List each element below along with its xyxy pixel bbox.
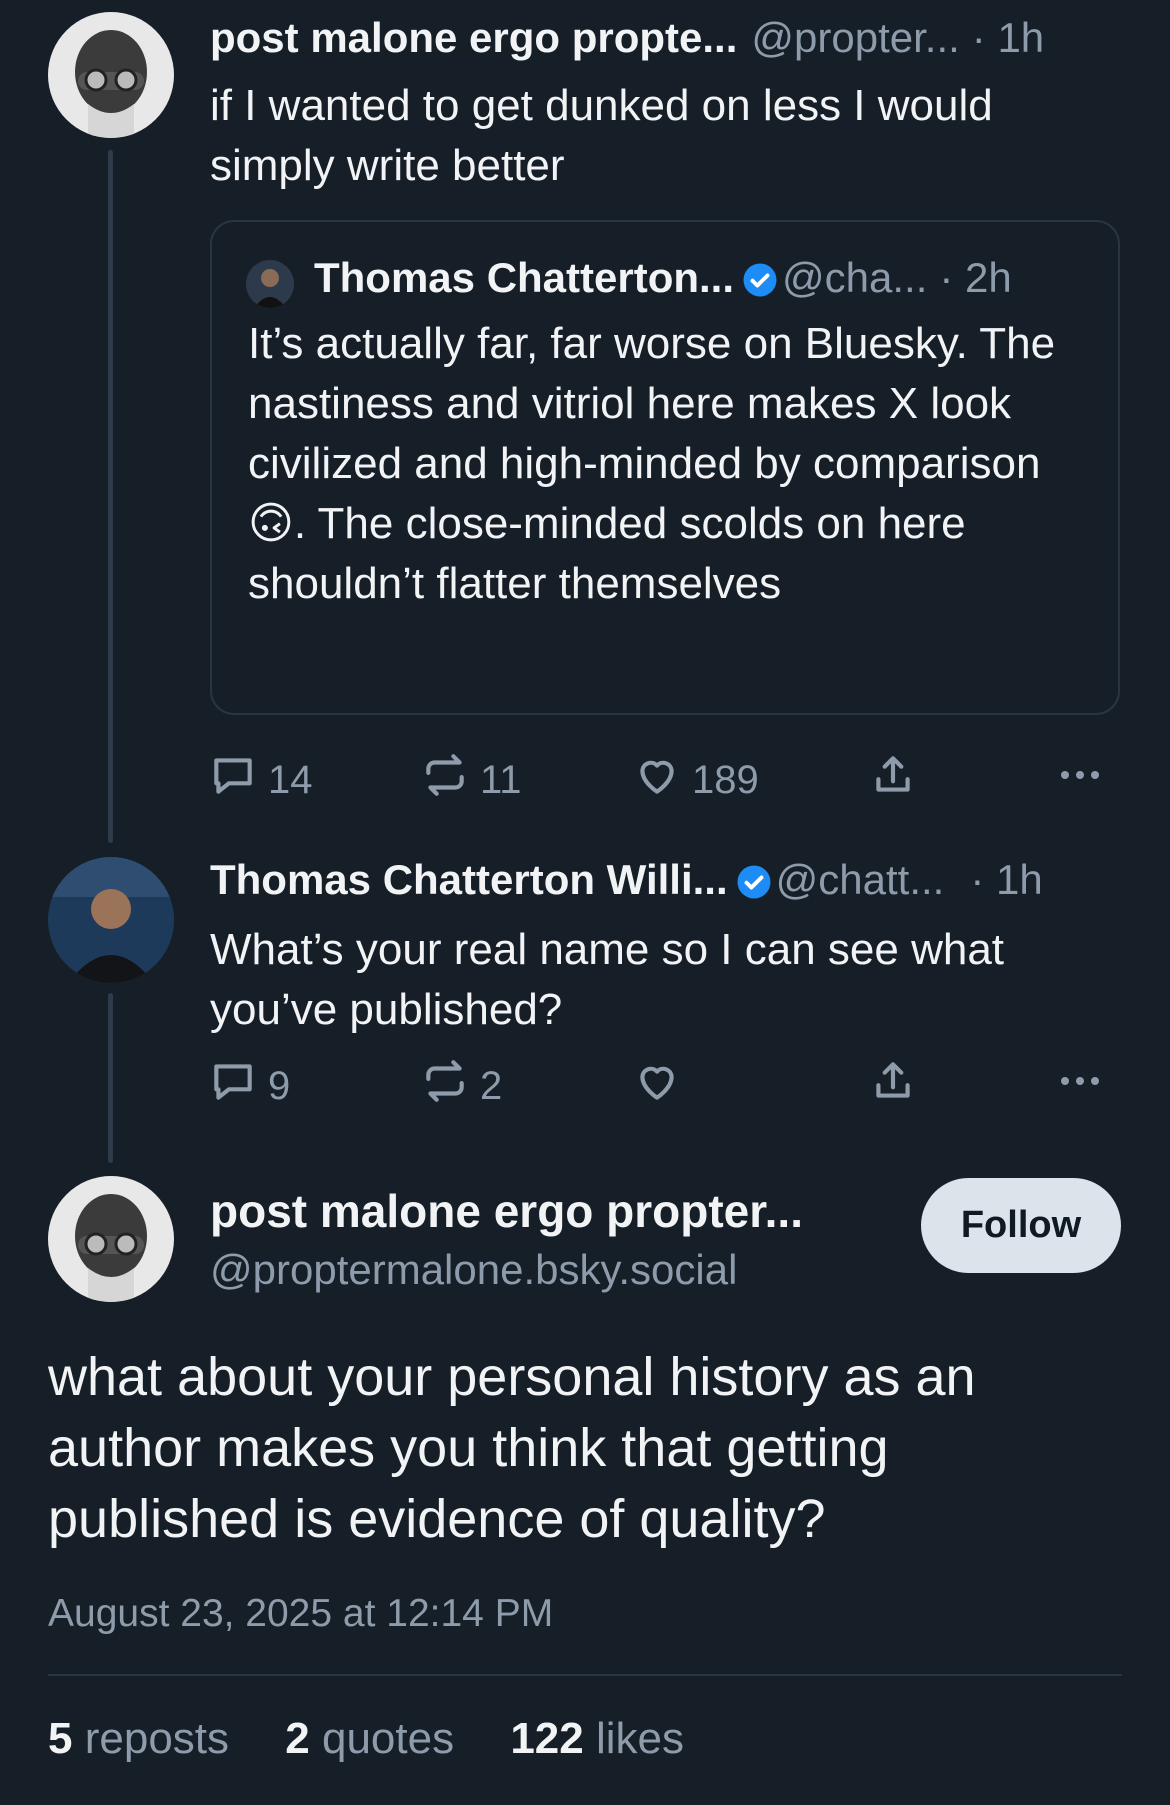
quotes-count: 2 (285, 1714, 310, 1763)
quotes-stat[interactable]: 2 quotes (285, 1714, 466, 1763)
reply-button[interactable]: 14 (208, 750, 313, 810)
quotes-label: quotes (321, 1714, 455, 1763)
repost-count: 11 (480, 757, 522, 802)
repost-count: 2 (480, 1063, 503, 1108)
like-icon (632, 750, 692, 810)
avatar-thomas[interactable] (48, 857, 174, 983)
likes-label: likes (595, 1714, 684, 1763)
quote-author-name: Thomas Chatterton... (314, 254, 735, 301)
more-icon (1055, 750, 1115, 810)
reply-button[interactable]: 9 (208, 1056, 290, 1116)
more-button[interactable] (1055, 1056, 1115, 1116)
quote-time: · 2h (939, 254, 1012, 301)
reply-count: 9 (268, 1063, 291, 1108)
quote-author-handle: @cha... (782, 254, 928, 301)
repost-button[interactable]: 2 (420, 1056, 502, 1116)
like-button[interactable] (632, 1056, 692, 1116)
reply-text: What’s your real name so I can see what … (210, 925, 1005, 1034)
repost-icon (420, 1056, 480, 1116)
repost-button[interactable]: 11 (420, 750, 522, 810)
reply-count: 14 (268, 757, 313, 802)
share-icon (868, 1056, 928, 1116)
quote-text: It’s actually far, far worse on Bluesky.… (248, 319, 1056, 608)
more-button[interactable] (1055, 750, 1115, 810)
reply-icon (208, 750, 268, 810)
likes-count: 122 (510, 1714, 584, 1763)
reply-author-name[interactable]: Thomas Chatterton Willi... (210, 856, 728, 904)
author-handle[interactable]: @propter... (751, 14, 959, 62)
share-button[interactable] (868, 1056, 928, 1116)
post-time[interactable]: · 1h (972, 14, 1044, 62)
share-icon (868, 750, 928, 810)
follow-button[interactable]: Follow (921, 1178, 1121, 1273)
focused-author-name[interactable]: post malone ergo propter... (210, 1184, 803, 1238)
like-button[interactable]: 189 (632, 750, 759, 810)
thread-line (108, 993, 113, 1163)
engagement-stats: 5 reposts 2 quotes 122 likes (48, 1714, 684, 1764)
likes-stat[interactable]: 122 likes (510, 1714, 684, 1763)
reply-time[interactable]: · 1h (970, 856, 1042, 904)
share-button[interactable] (868, 750, 928, 810)
avatar-propter[interactable] (48, 12, 174, 138)
reply-author-handle[interactable]: @chatt... (776, 856, 945, 904)
quote-avatar (246, 260, 294, 308)
repost-icon (420, 750, 480, 810)
avatar-propter[interactable] (48, 1176, 174, 1302)
reposts-count: 5 (48, 1714, 73, 1763)
reply-header: Thomas Chatterton Willi... @chatt... · 1… (210, 856, 1125, 904)
like-icon (632, 1056, 692, 1116)
reposts-stat[interactable]: 5 reposts (48, 1714, 241, 1763)
post-timestamp: August 23, 2025 at 12:14 PM (48, 1592, 554, 1635)
focused-author-handle[interactable]: @proptermalone.bsky.social (210, 1246, 737, 1294)
author-name[interactable]: post malone ergo propte... (210, 14, 737, 62)
thread-line (108, 150, 113, 843)
reply-icon (208, 1056, 268, 1116)
focused-post-text: what about your personal history as an a… (48, 1347, 976, 1549)
post-text: if I wanted to get dunked on less I woul… (210, 81, 993, 190)
more-icon (1055, 1056, 1115, 1116)
quote-card[interactable]: Thomas Chatterton... @cha... · 2h It’s a… (210, 220, 1120, 715)
post-header: post malone ergo propte... @propter... ·… (210, 14, 1125, 62)
verified-icon (742, 260, 778, 297)
quote-header: Thomas Chatterton... @cha... · 2h (314, 254, 1012, 302)
verified-icon (736, 862, 772, 899)
divider (48, 1674, 1122, 1676)
reposts-label: reposts (84, 1714, 230, 1763)
like-count: 189 (692, 757, 759, 802)
